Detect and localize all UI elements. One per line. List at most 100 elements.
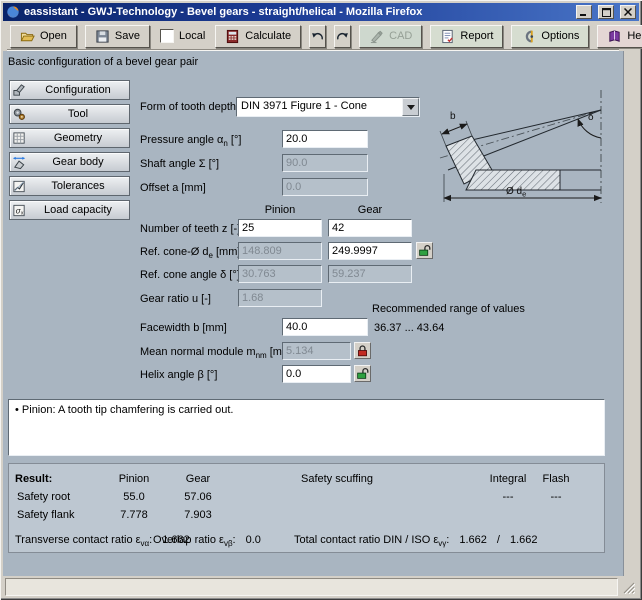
report-button[interactable]: Report bbox=[430, 25, 503, 48]
safety-root-pinion-value: 55.0 bbox=[104, 491, 164, 503]
safety-root-label: Safety root bbox=[17, 491, 70, 503]
save-floppy-icon bbox=[95, 29, 110, 44]
gear-ref-diameter-input[interactable] bbox=[328, 242, 412, 260]
open-button[interactable]: Open bbox=[10, 25, 77, 48]
helix-lock-button[interactable] bbox=[354, 365, 371, 382]
sidebar-item-label: Load capacity bbox=[29, 204, 127, 216]
teeth-label: Number of teeth z [-] bbox=[140, 223, 240, 235]
safety-root-flash-value: --- bbox=[526, 491, 586, 503]
lock-open-icon bbox=[418, 244, 431, 257]
result-title: Result: bbox=[15, 473, 52, 485]
message-line: • Pinion: A tooth tip chamfering is carr… bbox=[15, 404, 233, 416]
helix-angle-input[interactable] bbox=[282, 365, 351, 383]
ratio-separator: / bbox=[497, 534, 500, 546]
facewidth-label: Facewidth b [mm] bbox=[140, 322, 227, 334]
pressure-angle-label: Pressure angle αn [°] bbox=[140, 134, 241, 148]
total-ratio-din-value: 1.662 bbox=[459, 534, 487, 546]
pinion-teeth-input[interactable] bbox=[238, 219, 322, 237]
ref-diameter-lock-button[interactable] bbox=[416, 242, 433, 259]
recommended-range-header: Recommended range of values bbox=[372, 303, 525, 315]
close-button[interactable] bbox=[620, 5, 636, 19]
facewidth-input[interactable] bbox=[282, 318, 368, 336]
load-capacity-icon: σ x bbox=[12, 203, 27, 218]
status-field bbox=[5, 578, 618, 596]
ref-cone-diameter-label: Ref. cone-Ø de [mm] bbox=[140, 246, 240, 260]
calculate-button[interactable]: Calculate bbox=[215, 25, 301, 48]
helix-angle-label: Helix angle β [°] bbox=[140, 369, 217, 381]
total-contact-ratio: Total contact ratio DIN / ISO εvγ:1.662/… bbox=[294, 534, 537, 548]
module-label: Mean normal module mnm [mm] bbox=[140, 346, 294, 360]
sidebar-item-label: Geometry bbox=[29, 132, 127, 144]
save-button[interactable]: Save bbox=[85, 25, 150, 48]
redo-button[interactable] bbox=[334, 25, 351, 48]
safety-flank-gear-value: 7.903 bbox=[168, 509, 228, 521]
undo-button[interactable] bbox=[309, 25, 326, 48]
cad-button: CAD bbox=[359, 25, 422, 48]
pinion-column-header: Pinion bbox=[238, 204, 322, 216]
sidebar-item-label: Configuration bbox=[29, 84, 127, 96]
result-col-pinion: Pinion bbox=[104, 473, 164, 485]
module-lock-button[interactable] bbox=[354, 342, 371, 359]
ref-cone-angle-label: Ref. cone angle δ [°] bbox=[140, 269, 240, 281]
svg-text:x: x bbox=[21, 210, 24, 216]
gear-ratio-input bbox=[238, 289, 322, 307]
help-button[interactable]: Help bbox=[597, 25, 642, 48]
pinion-cone-angle-input bbox=[238, 265, 322, 283]
gear-teeth-input[interactable] bbox=[328, 219, 412, 237]
offset-input bbox=[282, 178, 368, 196]
pressure-angle-input[interactable] bbox=[282, 130, 368, 148]
status-bar bbox=[3, 576, 639, 597]
local-checkbox[interactable] bbox=[160, 29, 174, 43]
cad-icon bbox=[369, 29, 384, 44]
firefox-icon bbox=[6, 5, 20, 19]
safety-flank-pinion-value: 7.778 bbox=[104, 509, 164, 521]
sidebar-item-label: Tolerances bbox=[29, 180, 127, 192]
open-label: Open bbox=[40, 30, 67, 42]
help-book-icon bbox=[607, 29, 622, 44]
shaft-angle-label: Shaft angle Σ [°] bbox=[140, 158, 219, 170]
configuration-icon bbox=[12, 83, 27, 98]
sidebar-item-configuration[interactable]: Configuration bbox=[9, 80, 130, 100]
maximize-button[interactable] bbox=[598, 5, 614, 19]
application-window: eassistant - GWJ-Technology - Bevel gear… bbox=[0, 0, 642, 600]
gear-cone-angle-input bbox=[328, 265, 412, 283]
sidebar-item-geometry[interactable]: Geometry bbox=[9, 128, 130, 148]
facewidth-dim-label: b bbox=[450, 111, 456, 122]
resize-grip[interactable] bbox=[622, 581, 635, 594]
gear-ratio-label: Gear ratio u [-] bbox=[140, 293, 211, 305]
result-col-flash: Flash bbox=[526, 473, 586, 485]
sidebar-item-tolerances[interactable]: Tolerances bbox=[9, 176, 130, 196]
offset-label: Offset a [mm] bbox=[140, 182, 206, 194]
options-button[interactable]: Options bbox=[511, 25, 589, 48]
tooth-depth-select[interactable]: DIN 3971 Figure 1 - Cone bbox=[236, 97, 420, 117]
cone-angle-dim-label: δ bbox=[588, 112, 594, 123]
shaft-angle-input bbox=[282, 154, 368, 172]
gear-column-header: Gear bbox=[328, 204, 412, 216]
calculate-label: Calculate bbox=[245, 30, 291, 42]
result-col-scuffing: Safety scuffing bbox=[301, 473, 373, 485]
save-label: Save bbox=[115, 30, 140, 42]
safety-root-gear-value: 57.06 bbox=[168, 491, 228, 503]
toolbar: Open Save Local Calculate bbox=[3, 21, 639, 51]
sidebar-item-load-capacity[interactable]: σ x Load capacity bbox=[9, 200, 130, 220]
lock-closed-icon bbox=[356, 344, 369, 357]
local-label: Local bbox=[179, 30, 205, 42]
gear-body-icon bbox=[12, 155, 27, 170]
titlebar[interactable]: eassistant - GWJ-Technology - Bevel gear… bbox=[3, 3, 639, 21]
tolerances-icon bbox=[12, 179, 27, 194]
tooth-depth-label: Form of tooth depth bbox=[140, 101, 236, 113]
sidebar-item-tool[interactable]: Tool bbox=[9, 104, 130, 124]
tool-icon bbox=[12, 107, 27, 122]
sidebar-item-gear-body[interactable]: Gear body bbox=[9, 152, 130, 172]
message-box: • Pinion: A tooth tip chamfering is carr… bbox=[8, 399, 605, 456]
minimize-button[interactable] bbox=[576, 5, 592, 19]
overlap-ratio-value: 0.0 bbox=[246, 534, 261, 546]
report-label: Report bbox=[460, 30, 493, 42]
overlap-ratio: Overlap ratio εvβ:0.0 bbox=[153, 534, 261, 548]
tooth-depth-value: DIN 3971 Figure 1 - Cone bbox=[237, 98, 402, 116]
bevel-gear-diagram: b δ Ø de bbox=[436, 86, 623, 208]
safety-flank-label: Safety flank bbox=[17, 509, 74, 521]
open-folder-icon bbox=[20, 29, 35, 44]
tooth-depth-dropdown-button[interactable] bbox=[402, 98, 419, 116]
sidebar-item-label: Tool bbox=[29, 108, 127, 120]
